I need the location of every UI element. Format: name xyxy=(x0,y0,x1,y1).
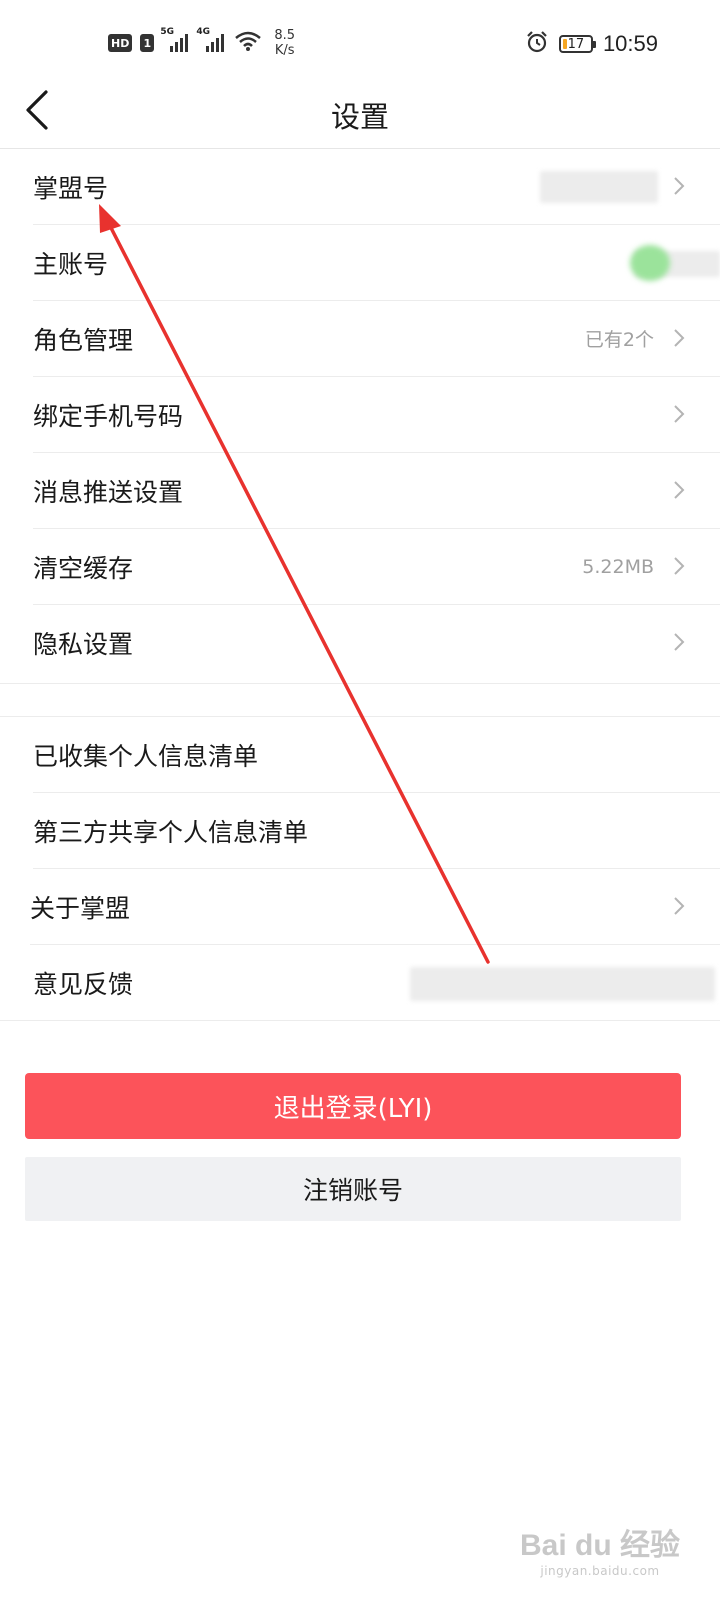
battery-icon: 17 xyxy=(558,35,596,53)
settings-item-label: 消息推送设置 xyxy=(33,477,184,507)
net-speed: 8.5 K/s xyxy=(274,28,295,58)
battery-level: 17 xyxy=(567,36,585,52)
wifi-icon xyxy=(234,30,262,56)
settings-item-value: 已有2个 xyxy=(584,329,654,351)
green-blurred-icon xyxy=(630,245,670,281)
settings-item-label: 意见反馈 xyxy=(33,970,134,999)
chevron-right-icon xyxy=(674,481,685,499)
settings-item-label: 关于掌盟 xyxy=(30,893,131,923)
settings-item-push-settings[interactable]: 消息推送设置 xyxy=(33,453,720,529)
settings-item-label: 清空缓存 xyxy=(33,553,134,583)
settings-item-label: 角色管理 xyxy=(33,325,134,355)
chevron-right-icon xyxy=(674,633,685,651)
settings-item-third-party-info-list[interactable]: 第三方共享个人信息清单 xyxy=(33,793,720,869)
signal-5g-icon: 5G xyxy=(160,27,190,53)
chevron-right-icon xyxy=(674,177,685,195)
chevron-right-icon xyxy=(674,405,685,423)
watermark: Bai du 经验 jingyan.baidu.com xyxy=(520,1520,680,1578)
watermark-brand: Bai du 经验 xyxy=(519,1529,680,1562)
redacted-value xyxy=(410,967,715,1001)
settings-item-value: 5.22MB xyxy=(582,555,654,578)
settings-item-privacy[interactable]: 隐私设置 xyxy=(33,605,720,681)
status-right: 17 10:59 xyxy=(525,30,658,58)
settings-item-label: 绑定手机号码 xyxy=(33,401,184,431)
settings-item-label: 第三方共享个人信息清单 xyxy=(33,817,309,847)
section-divider xyxy=(0,1020,720,1021)
chevron-right-icon xyxy=(674,897,685,915)
net-type-4g: 4G xyxy=(196,27,210,37)
net-type-5g: 5G xyxy=(160,27,174,37)
settings-item-main-account[interactable]: 主账号 xyxy=(33,225,720,301)
net-speed-unit: K/s xyxy=(274,43,295,58)
chevron-right-icon xyxy=(674,557,685,575)
settings-group-1: 掌盟号 主账号 角色管理 已有2个 绑定手机号码 消息推送设置 清空缓存 5.2… xyxy=(0,149,720,681)
settings-item-about[interactable]: 关于掌盟 xyxy=(30,869,720,945)
settings-group-2: 已收集个人信息清单 第三方共享个人信息清单 关于掌盟 意见反馈 xyxy=(0,717,720,1021)
settings-item-bind-phone[interactable]: 绑定手机号码 xyxy=(33,377,720,453)
status-left: HD 1 5G 4G 8.5 K/s xyxy=(108,27,295,58)
alarm-icon xyxy=(525,30,549,58)
logout-button[interactable]: 退出登录(LYI) xyxy=(25,1073,681,1139)
cancel-account-button[interactable]: 注销账号 xyxy=(25,1157,681,1221)
clock: 10:59 xyxy=(602,31,658,56)
settings-item-zhangmeng-id[interactable]: 掌盟号 xyxy=(33,149,720,225)
redacted-value xyxy=(540,171,658,203)
hd-badge: HD xyxy=(108,34,133,52)
settings-item-label: 掌盟号 xyxy=(33,173,109,203)
net-speed-value: 8.5 xyxy=(274,28,296,43)
nav-bar: 设置 xyxy=(0,74,720,149)
settings-item-role-management[interactable]: 角色管理 已有2个 xyxy=(33,301,720,377)
settings-item-label: 主账号 xyxy=(33,249,109,279)
page-title: 设置 xyxy=(330,100,389,134)
section-divider xyxy=(0,683,720,684)
settings-item-label: 已收集个人信息清单 xyxy=(33,741,259,771)
settings-item-feedback[interactable]: 意见反馈 xyxy=(33,945,720,1021)
sim-badge: 1 xyxy=(140,34,155,52)
signal-4g-icon: 4G xyxy=(196,27,226,53)
settings-item-label: 隐私设置 xyxy=(33,630,134,659)
watermark-url: jingyan.baidu.com xyxy=(540,1564,660,1578)
settings-item-collected-info-list[interactable]: 已收集个人信息清单 xyxy=(33,717,720,793)
chevron-right-icon xyxy=(674,329,685,347)
settings-item-clear-cache[interactable]: 清空缓存 5.22MB xyxy=(33,529,720,605)
